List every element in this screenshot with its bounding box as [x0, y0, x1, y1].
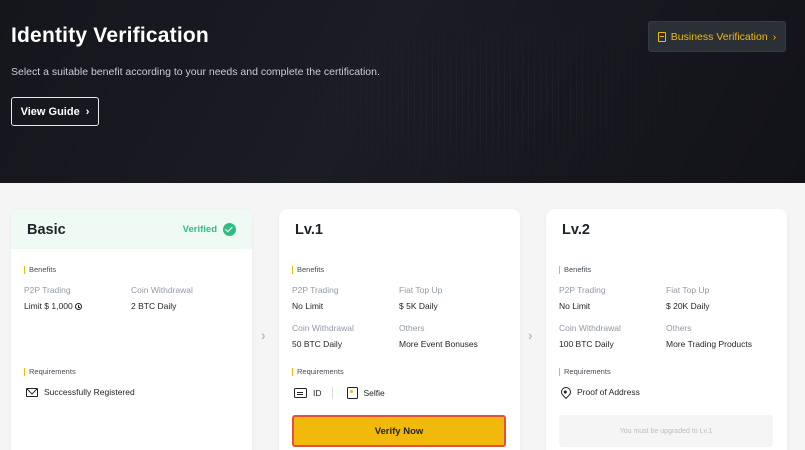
benefit-key: P2P Trading	[292, 285, 339, 295]
clock-icon	[74, 303, 82, 310]
id-card-icon	[294, 388, 307, 398]
requirement-item: Successfully Registered	[26, 387, 135, 397]
card-header: Basic Verified	[11, 209, 252, 249]
hero-decoration	[240, 0, 700, 183]
status-label: Verified	[182, 223, 217, 235]
page-title: Identity Verification	[11, 24, 209, 47]
level-card-lv1: Lv.1 Benefits P2P Trading No Limit Fiat …	[279, 209, 520, 450]
upgrade-hint: You must be upgraded to Lv.1	[559, 415, 773, 447]
document-icon	[657, 31, 666, 42]
requirement-item: Proof of Address	[558, 384, 640, 400]
hero-banner: Identity Verification Select a suitable …	[0, 0, 805, 183]
benefit-value: Limit $ 1,000	[24, 301, 82, 311]
benefit-value: 50 BTC Daily	[292, 339, 343, 349]
chevron-right-icon: ›	[261, 327, 266, 343]
level-card-lv2: Lv.2 Benefits P2P Trading No Limit Fiat …	[546, 209, 787, 450]
benefits-label: Benefits	[24, 266, 56, 274]
status-badge: Verified	[182, 222, 236, 236]
level-title: Basic	[27, 221, 66, 238]
benefit-key: Coin Withdrawal	[292, 323, 354, 333]
business-verification-button[interactable]: Business Verification ›	[648, 21, 786, 52]
check-circle-icon	[223, 222, 236, 236]
chevron-right-icon: ›	[772, 30, 777, 43]
benefits-label: Benefits	[559, 266, 591, 274]
requirement-label: ID	[313, 388, 322, 398]
benefit-key: Fiat Top Up	[666, 285, 710, 295]
benefit-key: Others	[399, 323, 425, 333]
benefit-value: $ 20K Daily	[666, 301, 710, 311]
benefit-value: 2 BTC Daily	[131, 301, 177, 311]
requirement-list: ID Selfie	[294, 387, 385, 399]
benefit-key: Others	[666, 323, 692, 333]
benefit-key: Coin Withdrawal	[131, 285, 193, 295]
benefit-value: More Event Bonuses	[399, 339, 478, 349]
view-guide-label: View Guide	[20, 105, 80, 118]
selfie-icon	[346, 387, 358, 399]
benefit-key: Coin Withdrawal	[559, 323, 621, 333]
mail-icon	[26, 387, 38, 397]
page-subtitle: Select a suitable benefit according to y…	[11, 66, 380, 78]
benefit-value: No Limit	[559, 301, 591, 311]
requirements-label: Requirements	[24, 368, 76, 376]
chevron-right-icon: ›	[85, 105, 90, 118]
card-header: Lv.2	[546, 209, 787, 249]
card-header: Lv.1	[279, 209, 520, 249]
business-verification-label: Business Verification	[670, 30, 768, 43]
benefit-value: $ 5K Daily	[399, 301, 438, 311]
requirement-label: Proof of Address	[577, 387, 640, 397]
benefit-value: 100 BTC Daily	[559, 339, 614, 349]
requirements-label: Requirements	[292, 368, 344, 376]
benefit-value: More Trading Products	[666, 339, 752, 349]
benefit-key: Fiat Top Up	[399, 285, 443, 295]
verify-now-button[interactable]: Verify Now	[292, 415, 506, 447]
benefit-value: No Limit	[292, 301, 324, 311]
benefit-key: P2P Trading	[24, 285, 71, 295]
requirement-label: Selfie	[363, 388, 385, 398]
benefit-key: P2P Trading	[559, 285, 606, 295]
chevron-right-icon: ›	[528, 327, 533, 343]
location-pin-icon	[558, 384, 574, 400]
divider	[331, 387, 333, 399]
level-title: Lv.1	[295, 221, 323, 238]
benefits-label: Benefits	[292, 266, 324, 274]
requirement-label: Successfully Registered	[44, 387, 135, 397]
level-card-basic: Basic Verified Benefits P2P Trading Limi…	[11, 209, 252, 450]
requirements-label: Requirements	[559, 368, 611, 376]
level-title: Lv.2	[562, 221, 590, 238]
view-guide-button[interactable]: View Guide ›	[11, 97, 99, 126]
